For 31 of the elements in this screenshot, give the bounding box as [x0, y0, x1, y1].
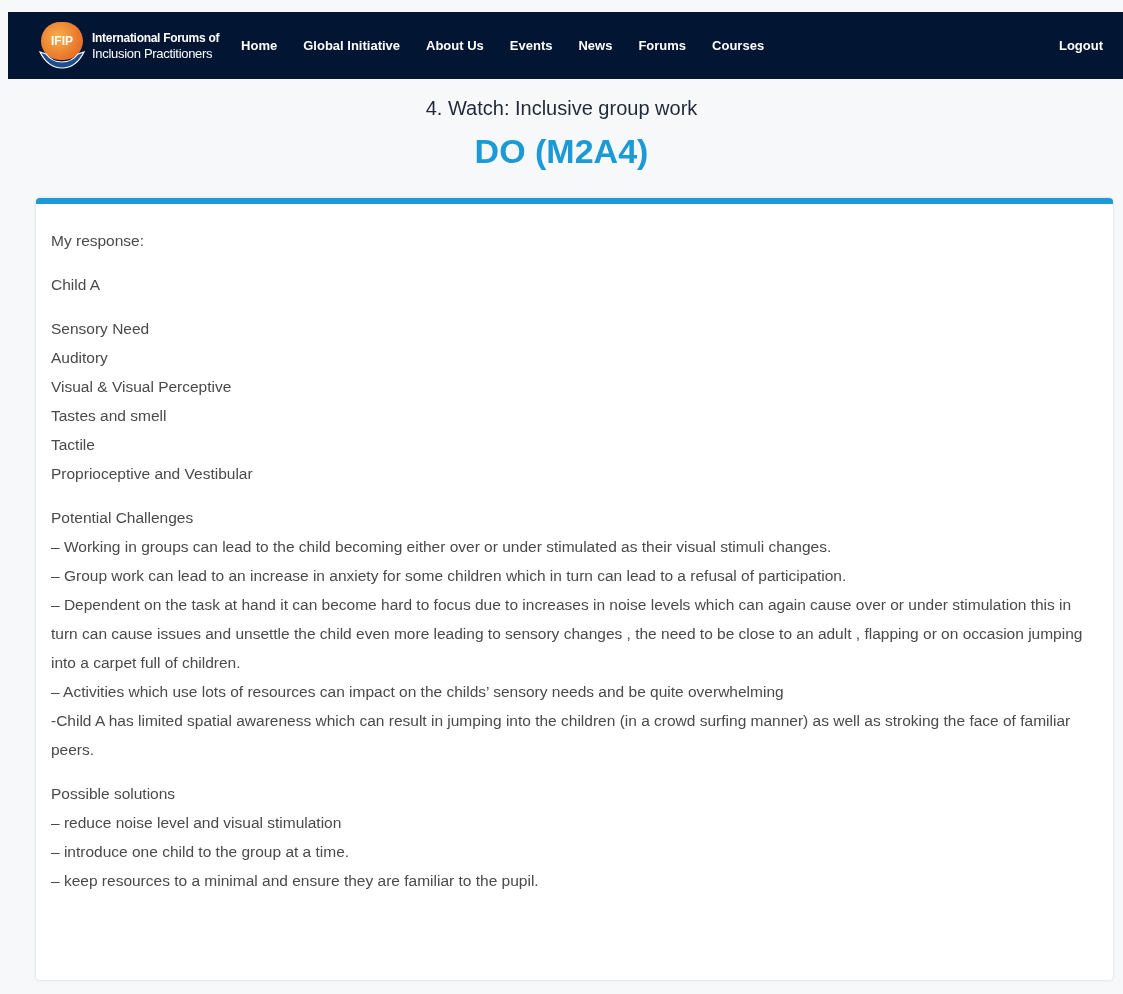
response-text: – Dependent on the task at hand it can become hard to focus due to increases in noise levels which can again cause over or under stimulation this in turn can cause issues and unsettle the child even more leading to sensory changes , the need to be close to an adult , flapping or on occasion jumping into a carpet full of children.: [51, 595, 1084, 673]
response-text: – keep resources to a minimal and ensure they are familiar to the pupil.: [51, 871, 540, 891]
response-text: – introduce one child to the group at a time.: [51, 842, 351, 862]
response-text: Sensory Need: [51, 319, 151, 339]
response-text: Auditory: [51, 348, 109, 368]
response-text: My response:: [51, 231, 146, 251]
response-text: – Working in groups can lead to the child becoming either over or under stimulated as their visual stimuli changes.: [51, 537, 833, 557]
page-title: DO (M2A4): [474, 131, 649, 172]
response-text: Visual & Visual Perceptive: [51, 377, 233, 397]
nav-link[interactable]: Forums: [638, 35, 687, 56]
nav-link[interactable]: News: [578, 35, 613, 56]
nav-link[interactable]: Global Initiative: [303, 35, 401, 56]
response-text: Proprioceptive and Vestibular: [51, 464, 254, 484]
logout-link[interactable]: Logout: [1058, 35, 1103, 56]
nav-link[interactable]: About Us: [426, 35, 484, 56]
page-subtitle: 4. Watch: Inclusive group work: [425, 96, 698, 121]
response-text: Tactile: [51, 435, 96, 455]
logo-title: International Forums of: [92, 30, 220, 46]
nav-link[interactable]: Courses: [712, 35, 765, 56]
nav-link[interactable]: Home: [241, 35, 278, 56]
response-text: Child A: [51, 275, 102, 295]
response-text: -Child A has limited spatial awareness which can result in jumping into the children (in a crowd surfing manner) as well as stroking the face of familiar peers.: [51, 711, 1072, 760]
response-text: Tastes and smell: [51, 406, 168, 426]
response-text: – Group work can lead to an increase in anxiety for some children which in turn can lead to a refusal of participation.: [51, 566, 848, 586]
logo-subtitle: Inclusion Practitioners: [92, 45, 214, 61]
response-text: Potential Challenges: [51, 508, 195, 528]
response-text: Possible solutions: [51, 784, 177, 804]
nav-link[interactable]: Events: [509, 35, 553, 56]
logo-mark: IFIP: [51, 34, 73, 47]
response-text: – reduce noise level and visual stimulation: [51, 813, 343, 833]
response-text: – Activities which use lots of resources can impact on the childs’ sensory needs and be quite overwhelming: [51, 682, 785, 702]
